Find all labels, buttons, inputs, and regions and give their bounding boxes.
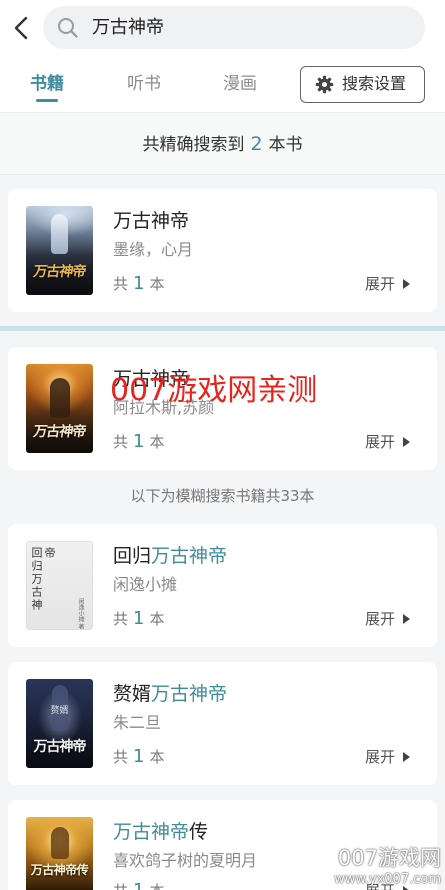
count-prefix: 共 (113, 610, 129, 628)
expand-label: 展开 (364, 610, 395, 628)
count-suffix: 本 (149, 882, 164, 890)
book-card[interactable]: 回归万古神帝 闲逸小摊 著 回归万古神帝 闲逸小摊 共1本 展开 (8, 524, 437, 647)
exact-result-summary: 共精确搜索到 2 本书 (0, 113, 445, 175)
expand-label: 展开 (364, 433, 395, 451)
edition-count: 共1本 (113, 880, 164, 890)
search-box[interactable]: 万古神帝 (43, 6, 425, 49)
back-button[interactable] (8, 13, 36, 43)
book-title-part: 传 (189, 821, 209, 843)
watermark-site-url: www.yx007.com (334, 872, 441, 887)
cover-title: 万古神帝 (32, 424, 87, 440)
search-settings-label: 搜索设置 (342, 74, 407, 93)
expand-label: 展开 (364, 275, 395, 293)
active-tab-indicator (36, 99, 58, 102)
book-author: 朱二旦 (113, 713, 162, 732)
expand-label: 展开 (364, 748, 395, 766)
book-title: 回归万古神帝 (113, 543, 227, 569)
watermark-overlay: 007游戏网亲测 (110, 373, 318, 408)
book-author: 墨缘，心月 (113, 240, 194, 259)
book-card[interactable]: 赘婿 万古神帝 赘婿万古神帝 朱二旦 共1本 展开 (8, 662, 437, 785)
book-card[interactable]: 万古神帝 万古神帝 墨缘，心月 共1本 展开 (8, 189, 437, 312)
cover-figure (50, 378, 70, 418)
fuzzy-result-label: 以下为模糊搜索书籍共33本 (130, 487, 315, 505)
count-suffix: 本 (149, 275, 165, 293)
expand-button[interactable]: 展开 (365, 608, 410, 630)
count-number: 1 (133, 431, 145, 452)
search-icon (58, 18, 78, 38)
watermark-site-name: 007游戏网 (337, 846, 441, 870)
count-prefix: 共 (113, 433, 129, 451)
cover-title: 万古神帝 (32, 264, 87, 280)
edition-count: 共1本 (113, 273, 164, 295)
caret-right-icon (403, 751, 410, 762)
book-title-match: 万古神帝 (151, 683, 228, 705)
expand-button[interactable]: 展开 (365, 431, 410, 453)
book-cover: 万古神帝 (26, 206, 93, 295)
book-title: 万古神帝传 (113, 819, 208, 845)
search-settings-button[interactable]: 搜索设置 (300, 66, 425, 103)
cover-title: 万古神帝传 (30, 863, 89, 877)
tab-books[interactable]: 书籍 (17, 70, 77, 98)
book-cover: 万古神帝 (26, 364, 93, 453)
caret-right-icon (403, 436, 410, 447)
book-cover: 万古神帝传 (26, 817, 93, 890)
count-number: 1 (133, 746, 145, 767)
summary-count: 2 (250, 133, 263, 155)
gear-icon (315, 75, 334, 94)
book-title-part: 回归 (113, 545, 152, 567)
book-author: 喜欢鸽子树的夏明月 (113, 851, 258, 870)
book-cover: 赘婿 万古神帝 (26, 679, 93, 768)
caret-right-icon (403, 278, 410, 289)
book-title: 赘婿万古神帝 (113, 681, 227, 707)
cover-title: 万古神帝 (33, 739, 87, 755)
tab-comics[interactable]: 漫画 (210, 70, 270, 98)
book-cover: 回归万古神帝 闲逸小摊 著 (26, 541, 93, 630)
edition-count: 共1本 (113, 431, 164, 453)
book-title: 万古神帝 (113, 208, 189, 234)
cover-title: 回归万古神帝 (30, 547, 56, 612)
edition-count: 共1本 (113, 746, 164, 768)
site-watermark: 007游戏网 www.yx007.com (321, 845, 441, 889)
book-title-part: 赘婿 (113, 683, 152, 705)
book-title-match: 万古神帝 (151, 545, 228, 567)
tab-audiobooks[interactable]: 听书 (114, 70, 174, 98)
section-divider (0, 326, 445, 331)
cover-figure (51, 827, 69, 859)
back-arrow-icon (14, 16, 28, 40)
book-title-match: 万古神帝 (113, 821, 190, 843)
book-title-part: 万古神帝 (113, 210, 190, 232)
count-suffix: 本 (149, 610, 165, 628)
count-number: 1 (133, 608, 145, 629)
count-number: 1 (133, 880, 144, 890)
count-suffix: 本 (149, 433, 165, 451)
count-prefix: 共 (113, 882, 128, 890)
cover-subtitle: 赘婿 (50, 706, 69, 716)
count-prefix: 共 (113, 748, 129, 766)
summary-suffix: 本书 (268, 135, 303, 155)
expand-button[interactable]: 展开 (365, 746, 410, 768)
header: 万古神帝 书籍 听书 漫画 搜索设置 (0, 0, 445, 113)
count-prefix: 共 (113, 275, 129, 293)
edition-count: 共1本 (113, 608, 164, 630)
caret-right-icon (403, 613, 410, 624)
search-input[interactable]: 万古神帝 (92, 6, 164, 49)
count-suffix: 本 (149, 748, 165, 766)
expand-button[interactable]: 展开 (365, 273, 410, 295)
search-results-screen: 万古神帝 书籍 听书 漫画 搜索设置 共精确搜索到 2 本书 万古神帝 万古神帝… (0, 0, 445, 890)
cover-figure (51, 214, 68, 254)
summary-prefix: 共精确搜索到 (142, 135, 245, 155)
book-author: 闲逸小摊 (113, 575, 178, 594)
count-number: 1 (133, 273, 145, 294)
cover-byline: 闲逸小摊 著 (77, 598, 84, 630)
